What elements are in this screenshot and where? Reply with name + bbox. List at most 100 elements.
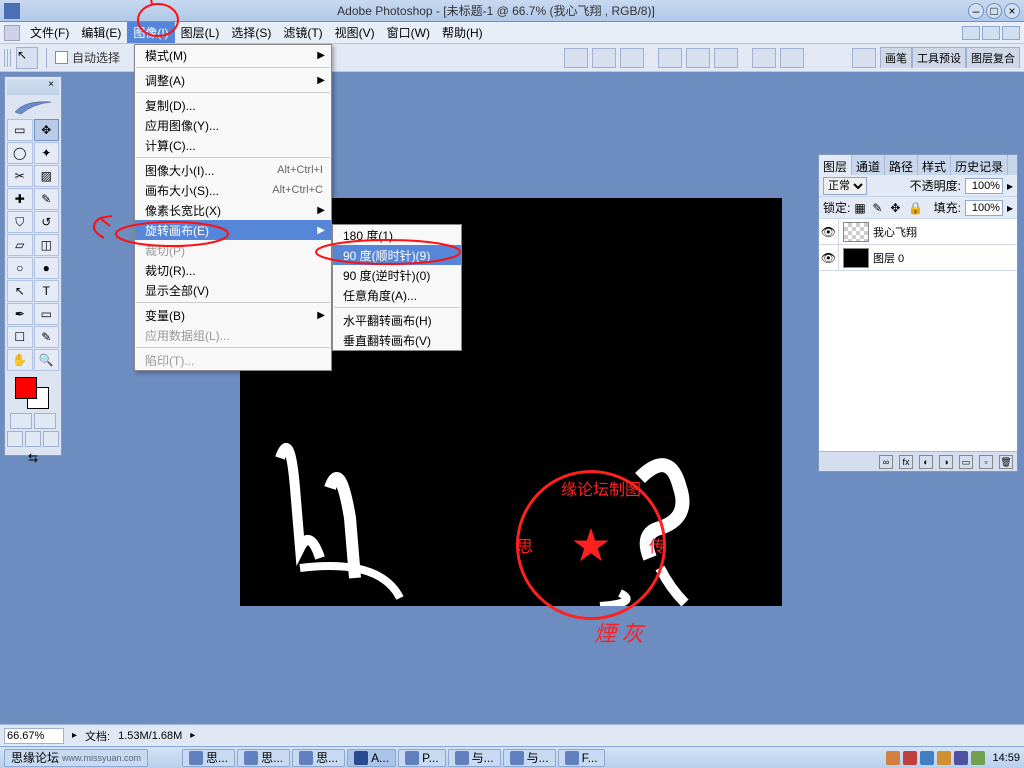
menu-image-size[interactable]: 图像大小(I)...Alt+Ctrl+I <box>135 160 331 180</box>
notes-tool[interactable]: ☐ <box>7 326 33 348</box>
wand-tool[interactable]: ✦ <box>34 142 60 164</box>
menu-canvas-size[interactable]: 画布大小(S)...Alt+Ctrl+C <box>135 180 331 200</box>
tab-brushes[interactable]: 画笔 <box>880 47 912 68</box>
quickmask-mode-icon[interactable] <box>34 413 56 429</box>
menu-view[interactable]: 视图(V) <box>329 22 381 43</box>
menu-image[interactable]: 图像(I) <box>127 22 174 43</box>
distribute-v-icon[interactable] <box>780 48 804 68</box>
tab-history[interactable]: 历史记录 <box>951 155 1008 175</box>
layer-thumbnail[interactable] <box>843 222 869 242</box>
fill-arrow-icon[interactable]: ▸ <box>1007 201 1013 215</box>
menu-trim[interactable]: 裁切(R)... <box>135 260 331 280</box>
zoom-arrow-icon[interactable]: ▸ <box>72 730 77 741</box>
stamp-tool[interactable]: ⛉ <box>7 211 33 233</box>
blur-tool[interactable]: ○ <box>7 257 33 279</box>
history-brush-tool[interactable]: ↺ <box>34 211 60 233</box>
opacity-arrow-icon[interactable]: ▸ <box>1007 179 1013 193</box>
tray-icon[interactable] <box>954 751 968 765</box>
menu-help[interactable]: 帮助(H) <box>436 22 489 43</box>
blend-mode-select[interactable]: 正常 <box>823 177 867 195</box>
slice-tool[interactable]: ▨ <box>34 165 60 187</box>
menu-reveal-all[interactable]: 显示全部(V) <box>135 280 331 300</box>
imageready-icon[interactable]: ⇆ <box>7 451 59 465</box>
standard-mode-icon[interactable] <box>10 413 32 429</box>
taskbar-item[interactable]: 与... <box>448 749 501 767</box>
move-tool[interactable]: ✥ <box>34 119 60 141</box>
taskbar-item[interactable]: F... <box>558 749 605 767</box>
layer-row[interactable]: 👁 我心飞翔 <box>819 219 1017 245</box>
path-select-tool[interactable]: ↖ <box>7 280 33 302</box>
tray-icon[interactable] <box>903 751 917 765</box>
child-close-button[interactable] <box>1002 26 1020 40</box>
tab-layer-comps[interactable]: 图层复合 <box>966 47 1020 68</box>
menu-pixel-aspect[interactable]: 像素长宽比(X)▶ <box>135 200 331 220</box>
layer-thumbnail[interactable] <box>843 248 869 268</box>
taskbar-item[interactable]: 思... <box>182 749 235 767</box>
layer-row[interactable]: 👁 图层 0 <box>819 245 1017 271</box>
taskbar-item[interactable]: 思缘论坛www.missyuan.com <box>4 749 148 767</box>
shape-tool[interactable]: ▭ <box>34 303 60 325</box>
align-center-icon[interactable] <box>592 48 616 68</box>
tab-paths[interactable]: 路径 <box>885 155 918 175</box>
menu-calculations[interactable]: 计算(C)... <box>135 135 331 155</box>
tray-icon[interactable] <box>920 751 934 765</box>
menu-rotate-canvas[interactable]: 旋转画布(E)▶ <box>135 220 331 240</box>
tab-tool-presets[interactable]: 工具预设 <box>912 47 966 68</box>
type-tool[interactable]: T <box>34 280 60 302</box>
align-top-icon[interactable] <box>658 48 682 68</box>
link-layers-icon[interactable]: ∞ <box>879 455 893 469</box>
pen-tool[interactable]: ✒ <box>7 303 33 325</box>
tray-icon[interactable] <box>937 751 951 765</box>
lasso-tool[interactable]: ◯ <box>7 142 33 164</box>
new-layer-icon[interactable]: ▫ <box>979 455 993 469</box>
palette-well-icon[interactable] <box>852 48 876 68</box>
menu-duplicate[interactable]: 复制(D)... <box>135 95 331 115</box>
gradient-tool[interactable]: ◫ <box>34 234 60 256</box>
rotate-180[interactable]: 180 度(1) <box>333 225 461 245</box>
doc-info-arrow-icon[interactable]: ▸ <box>190 730 195 741</box>
layer-style-icon[interactable]: fx <box>899 455 913 469</box>
taskbar-item[interactable]: 思... <box>237 749 290 767</box>
opacity-input[interactable] <box>965 178 1003 194</box>
taskbar-item[interactable]: P... <box>398 749 445 767</box>
menu-layer[interactable]: 图层(L) <box>175 22 226 43</box>
visibility-icon[interactable]: 👁 <box>819 219 839 244</box>
eraser-tool[interactable]: ▱ <box>7 234 33 256</box>
taskbar-item[interactable]: A... <box>347 749 396 767</box>
child-minimize-button[interactable] <box>962 26 980 40</box>
tray-icon[interactable] <box>971 751 985 765</box>
child-window-icon[interactable] <box>4 25 20 41</box>
color-swatches[interactable] <box>7 375 59 411</box>
zoom-input[interactable] <box>4 728 64 744</box>
lock-transparency-icon[interactable]: ▦ <box>854 201 868 215</box>
minimize-button[interactable]: – <box>968 3 984 19</box>
fill-input[interactable] <box>965 200 1003 216</box>
screen-standard-icon[interactable] <box>7 431 23 447</box>
menu-apply-image[interactable]: 应用图像(Y)... <box>135 115 331 135</box>
lock-all-icon[interactable]: 🔒 <box>908 201 922 215</box>
crop-tool[interactable]: ✂ <box>7 165 33 187</box>
flip-horizontal[interactable]: 水平翻转画布(H) <box>333 310 461 330</box>
flip-vertical[interactable]: 垂直翻转画布(V) <box>333 330 461 350</box>
lock-pixels-icon[interactable]: ✎ <box>872 201 886 215</box>
eyedropper-tool[interactable]: ✎ <box>34 326 60 348</box>
menu-mode[interactable]: 模式(M)▶ <box>135 45 331 65</box>
tray-icon[interactable] <box>886 751 900 765</box>
maximize-button[interactable]: □ <box>986 3 1002 19</box>
menu-filter[interactable]: 滤镜(T) <box>277 22 328 43</box>
screen-full-icon[interactable] <box>43 431 59 447</box>
close-button[interactable]: × <box>1004 3 1020 19</box>
hand-tool[interactable]: ✋ <box>7 349 33 371</box>
tab-layers[interactable]: 图层 <box>819 155 852 175</box>
distribute-h-icon[interactable] <box>752 48 776 68</box>
menu-select[interactable]: 选择(S) <box>225 22 277 43</box>
visibility-icon[interactable]: 👁 <box>819 245 839 270</box>
tab-styles[interactable]: 样式 <box>918 155 951 175</box>
align-left-icon[interactable] <box>564 48 588 68</box>
adjustment-layer-icon[interactable]: ◑ <box>939 455 953 469</box>
menu-window[interactable]: 窗口(W) <box>381 22 436 43</box>
menu-file[interactable]: 文件(F) <box>24 22 75 43</box>
menu-adjustments[interactable]: 调整(A)▶ <box>135 70 331 90</box>
rotate-arbitrary[interactable]: 任意角度(A)... <box>333 285 461 305</box>
lock-position-icon[interactable]: ✥ <box>890 201 904 215</box>
